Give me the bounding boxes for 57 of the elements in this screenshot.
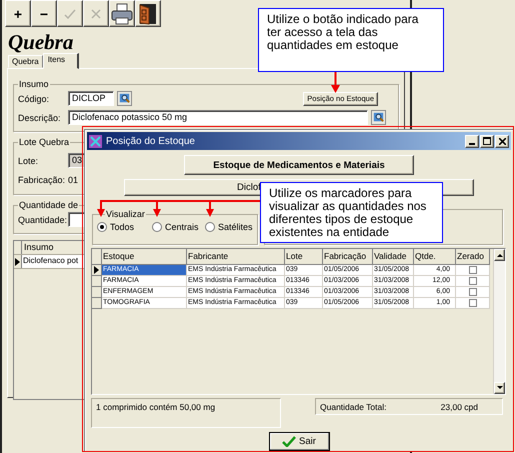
radio-label[interactable]: Todos	[110, 222, 134, 232]
total-value: 23,00 cpd	[440, 402, 478, 411]
door-icon	[137, 2, 159, 24]
info-text: 1 comprimido contém 50,00 mg	[91, 398, 281, 428]
radio-label[interactable]: Satélites	[218, 222, 253, 232]
radio-button[interactable]	[205, 222, 215, 232]
field-label: Código:	[18, 94, 50, 104]
radio-button[interactable]	[152, 222, 162, 232]
up-arrow-icon	[496, 253, 502, 257]
pointer-arrow	[331, 72, 340, 93]
down-arrow-icon	[496, 386, 502, 390]
scroll-up-button[interactable]	[494, 249, 505, 261]
exit-button[interactable]: Sair	[268, 432, 330, 451]
field-label: Descrição:	[18, 112, 62, 122]
check-icon	[64, 8, 76, 18]
close-button[interactable]	[495, 134, 509, 148]
field-value: 01	[68, 174, 78, 184]
form-title: Quebra	[8, 30, 74, 54]
radio-button[interactable]	[97, 222, 107, 232]
stock-header-button[interactable]: Estoque de Medicamentos e Materiais	[184, 155, 414, 175]
checkbox[interactable]	[468, 266, 476, 274]
description-field[interactable]: Diclofenaco potassico 50 mg	[68, 110, 368, 125]
check-icon	[282, 436, 296, 447]
group-label: Lote Quebra	[18, 137, 70, 147]
scroll-down-button[interactable]	[494, 382, 505, 394]
checkbox[interactable]	[468, 288, 476, 296]
tab[interactable]: Itens	[42, 53, 80, 69]
window-title: Posição do Estoque	[106, 136, 195, 146]
field-label: Quantidade:	[18, 214, 65, 224]
field-label: Fabricação:	[18, 174, 66, 184]
total-label: Quantidade Total:	[320, 402, 386, 411]
maximize-icon	[483, 137, 491, 145]
minimize-button[interactable]	[465, 134, 479, 148]
cross-icon	[91, 8, 101, 18]
checkbox[interactable]	[468, 277, 476, 285]
toolbar-button[interactable]: −	[31, 0, 57, 27]
toolbar-button[interactable]	[135, 0, 161, 27]
close-icon	[498, 138, 506, 144]
field-label: Lote:	[18, 156, 40, 166]
search-icon[interactable]	[371, 110, 386, 125]
callout-note: Utilize os marcadores para visualizar as quantidades nos diferentes tipos de estoque existentes na entidade	[260, 182, 443, 243]
search-icon[interactable]	[117, 91, 132, 106]
group-label: Visualizar	[105, 209, 146, 219]
toolbar-button[interactable]	[109, 0, 135, 27]
app-icon	[89, 134, 102, 148]
callout-note: Utilize o botão indicado para ter acesso a tela das quantidades em estoque	[258, 8, 444, 72]
group-label: Quantidade de	[18, 200, 80, 210]
toolbar-button[interactable]: +	[5, 0, 31, 27]
maximize-button[interactable]	[480, 134, 494, 148]
printer-icon	[111, 2, 133, 24]
row-indicator-icon	[94, 266, 99, 274]
tab[interactable]: Quebra	[8, 55, 43, 68]
code-field[interactable]: DICLOP	[68, 91, 114, 106]
checkbox[interactable]	[468, 299, 476, 307]
radio-label[interactable]: Centrais	[165, 222, 199, 232]
scrollbar[interactable]	[493, 249, 505, 394]
group-label: Insumo	[18, 79, 50, 89]
